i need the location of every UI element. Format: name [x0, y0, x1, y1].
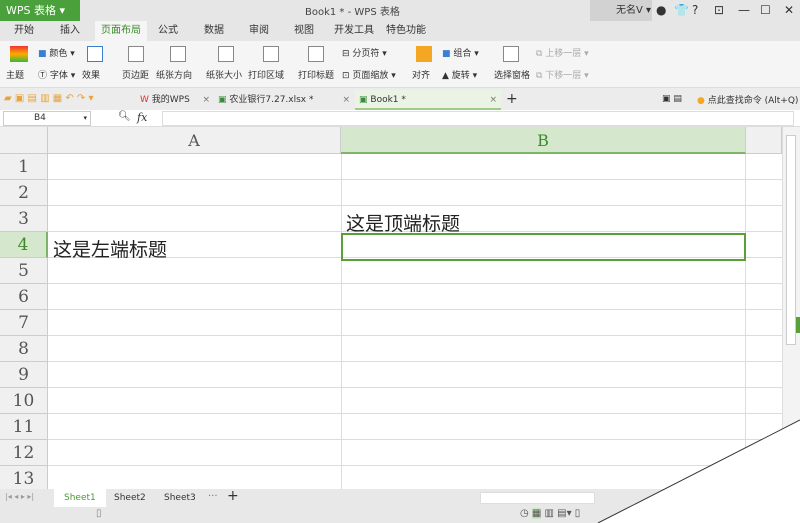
- page-curl: [597, 419, 800, 523]
